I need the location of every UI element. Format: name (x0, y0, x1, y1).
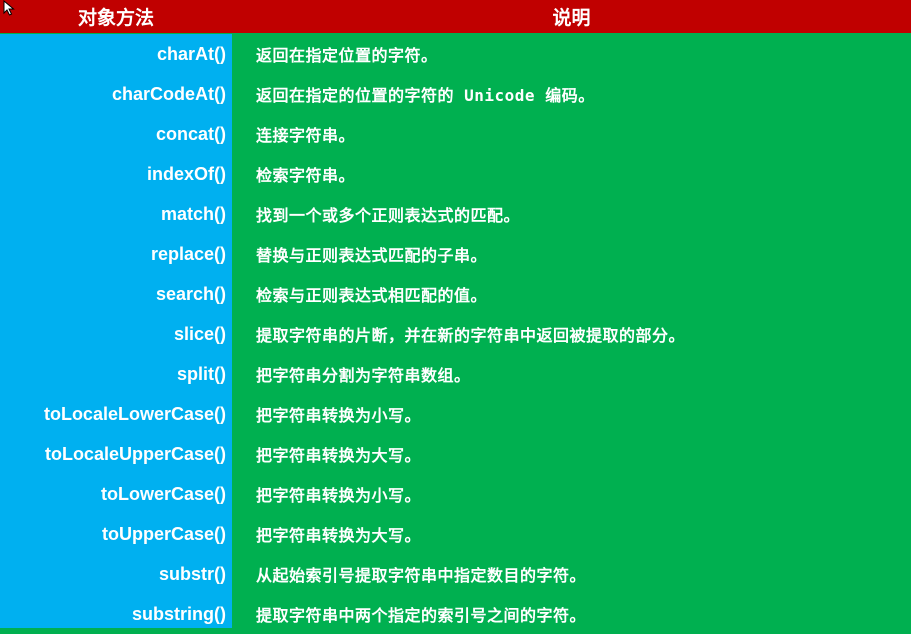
table-row: split() 把字符串分割为字符串数组。 (0, 354, 911, 394)
method-name: toUpperCase() (101, 523, 226, 544)
table-row: replace() 替换与正则表达式匹配的子串。 (0, 234, 911, 274)
method-name: replace() (150, 243, 226, 264)
table-row: toLocaleUpperCase() 把字符串转换为大写。 (0, 434, 911, 474)
method-name: match() (160, 203, 226, 224)
method-name: split() (177, 363, 226, 384)
table-row: toUpperCase() 把字符串转换为大写。 (0, 514, 911, 554)
method-name: toLowerCase() (100, 483, 226, 504)
method-description: 检索与正则表达式相匹配的值。 (256, 286, 488, 305)
method-name: indexOf() (147, 163, 226, 184)
method-description: 把字符串转换为小写。 (256, 486, 422, 505)
table-row: charCodeAt() 返回在指定的位置的字符的 Unicode 编码。 (0, 74, 911, 114)
table-row: charAt() 返回在指定位置的字符。 (0, 34, 911, 74)
method-name: substr() (159, 563, 226, 584)
table-row: indexOf() 检索字符串。 (0, 154, 911, 194)
method-name: toLocaleLowerCase() (43, 403, 226, 424)
mouse-cursor-icon (3, 0, 15, 16)
table-row: toLocaleLowerCase() 把字符串转换为小写。 (0, 394, 911, 434)
table-row: search() 检索与正则表达式相匹配的值。 (0, 274, 911, 314)
table-header: 对象方法 说明 (0, 0, 911, 33)
method-description: 把字符串转换为大写。 (256, 446, 422, 465)
method-description: 返回在指定的位置的字符的 Unicode 编码。 (256, 86, 595, 105)
method-description: 把字符串转换为小写。 (256, 406, 422, 425)
table-row: match() 找到一个或多个正则表达式的匹配。 (0, 194, 911, 234)
method-description: 从起始索引号提取字符串中指定数目的字符。 (256, 566, 587, 585)
method-name: charCodeAt() (111, 83, 226, 104)
method-description: 连接字符串。 (256, 126, 356, 145)
method-description: 找到一个或多个正则表达式的匹配。 (256, 206, 521, 225)
method-description: 提取字符串的片断，并在新的字符串中返回被提取的部分。 (256, 326, 686, 345)
table-rows: charAt() 返回在指定位置的字符。 charCodeAt() 返回在指定的… (0, 34, 911, 634)
method-name: substring() (132, 603, 226, 624)
table-row: substr() 从起始索引号提取字符串中指定数目的字符。 (0, 554, 911, 594)
method-description: 把字符串分割为字符串数组。 (256, 366, 471, 385)
method-name: toLocaleUpperCase() (44, 443, 226, 464)
table-row: slice() 提取字符串的片断，并在新的字符串中返回被提取的部分。 (0, 314, 911, 354)
method-description: 把字符串转换为大写。 (256, 526, 422, 545)
method-description: 检索字符串。 (256, 166, 356, 185)
table-row: substring() 提取字符串中两个指定的索引号之间的字符。 (0, 594, 911, 634)
method-name: search() (155, 283, 226, 304)
method-column-header: 对象方法 (77, 7, 154, 29)
method-description: 提取字符串中两个指定的索引号之间的字符。 (256, 606, 587, 625)
table-row: concat() 连接字符串。 (0, 114, 911, 154)
method-name: slice() (173, 323, 226, 344)
table-row: toLowerCase() 把字符串转换为小写。 (0, 474, 911, 514)
method-name: concat() (155, 123, 226, 144)
description-column-header: 说明 (552, 7, 591, 29)
method-description: 替换与正则表达式匹配的子串。 (256, 246, 488, 265)
method-description: 返回在指定位置的字符。 (256, 46, 438, 65)
method-name: charAt() (156, 43, 226, 64)
page: { "header": { "method_label": "对象方法", "d… (0, 0, 911, 628)
table-body: charAt() 返回在指定位置的字符。 charCodeAt() 返回在指定的… (0, 34, 911, 628)
